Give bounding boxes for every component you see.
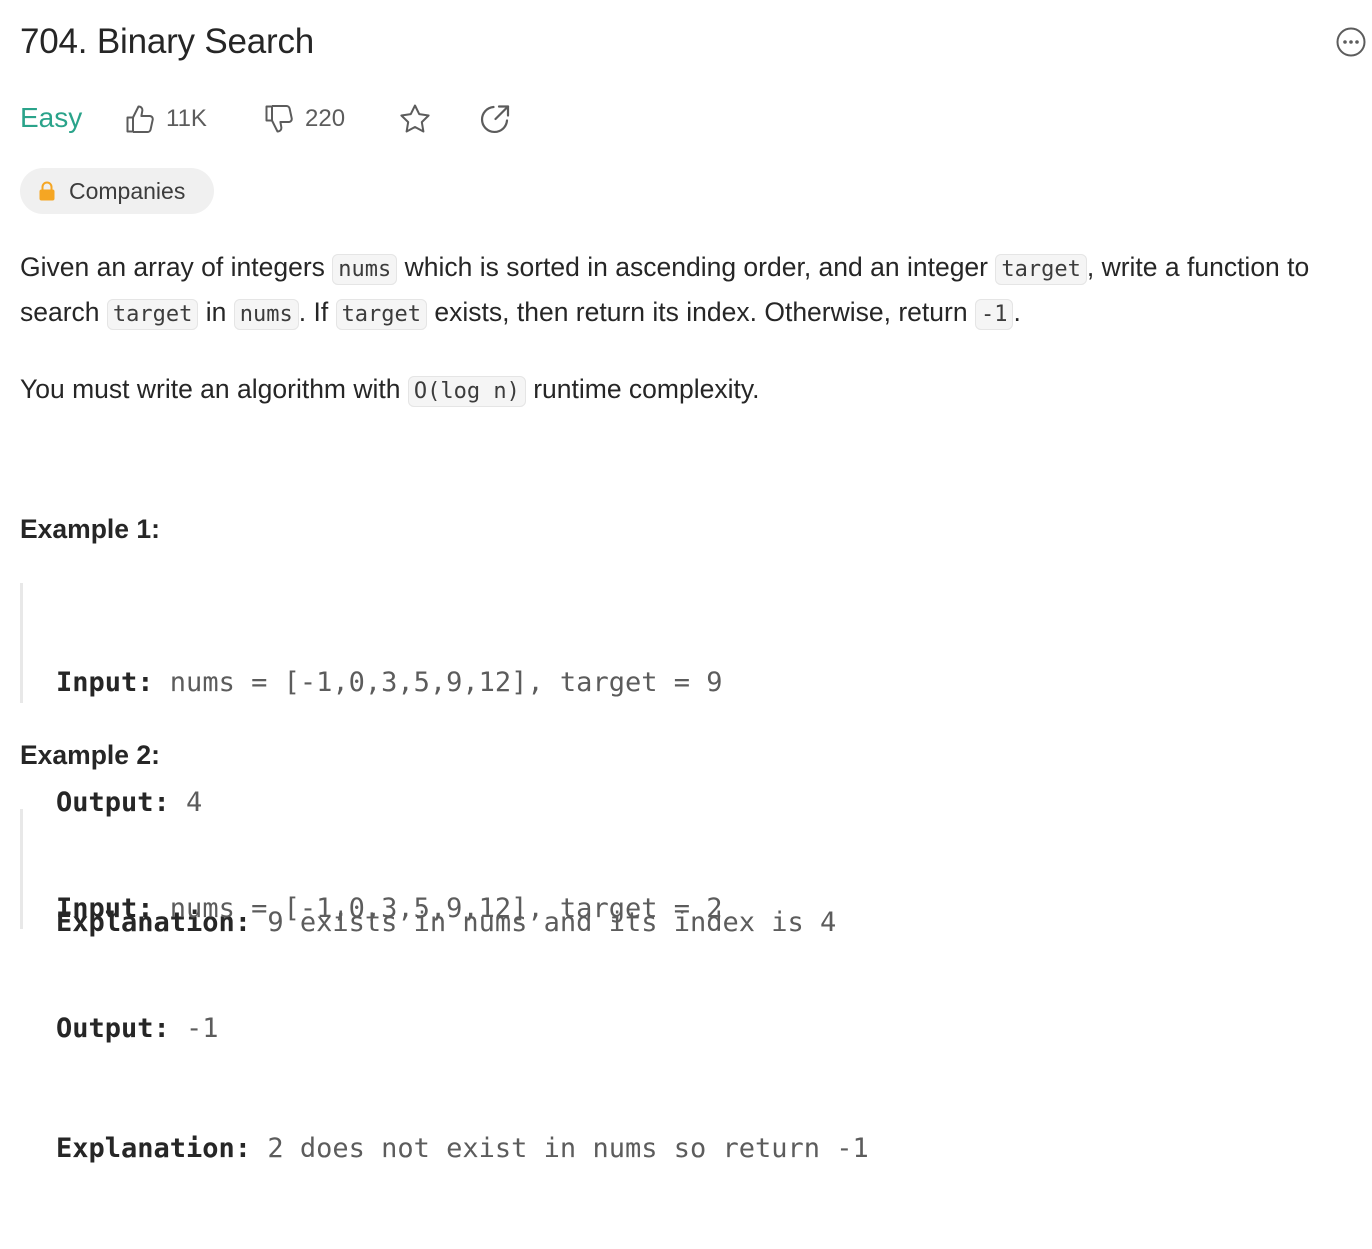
example-block: Input: nums = [-1,0,3,5,9,12], target = … — [20, 809, 1020, 1164]
companies-tag[interactable]: Companies — [20, 168, 214, 214]
example-explanation-line: Explanation: 2 does not exist in nums so… — [56, 1129, 1020, 1169]
star-icon — [400, 104, 430, 133]
share-icon — [481, 105, 510, 133]
inline-code: -1 — [974, 299, 1014, 330]
inline-code: nums — [233, 299, 299, 330]
example-key: Input: — [56, 893, 154, 924]
title-row: 704. Binary Search — [20, 20, 1366, 64]
example-input-line: Input: nums = [-1,0,3,5,9,12], target = … — [56, 889, 1020, 929]
more-options-button[interactable] — [1335, 26, 1367, 58]
thumbs-up-icon — [126, 105, 154, 133]
difficulty-badge: Easy — [20, 102, 83, 133]
inline-code: target — [106, 299, 199, 330]
inline-code: target — [995, 254, 1087, 285]
more-options-icon — [1336, 27, 1366, 57]
like-count: 11K — [166, 105, 207, 132]
example-key: Output: — [56, 1013, 170, 1044]
desc-text: exists, then return its index. Otherwise… — [427, 297, 975, 327]
favorite-button[interactable] — [398, 98, 432, 140]
desc-text: . If — [298, 297, 336, 327]
example-value: 2 does not exist in nums so return -1 — [251, 1133, 869, 1164]
example-heading: Example 1: — [20, 514, 160, 544]
desc-text: runtime complexity. — [525, 374, 760, 404]
example-key: Input: — [56, 667, 154, 698]
inline-code: target — [335, 299, 428, 330]
example-value: -1 — [169, 1013, 219, 1044]
like-button[interactable]: 11K — [124, 98, 207, 140]
desc-text: You must write an algorithm with — [20, 374, 408, 404]
desc-text: . — [1013, 297, 1021, 327]
description-paragraph: Given an array of integers nums which is… — [20, 246, 1340, 336]
example-input-line: Input: nums = [-1,0,3,5,9,12], target = … — [56, 663, 1020, 703]
desc-text: which is sorted in ascending order, and … — [397, 252, 996, 282]
inline-code: O(log n) — [407, 376, 526, 407]
desc-text: in — [198, 297, 234, 327]
dislike-count: 220 — [305, 105, 346, 132]
companies-label: Companies — [69, 177, 186, 204]
lock-icon — [39, 181, 55, 201]
example-value: nums = [-1,0,3,5,9,12], target = 9 — [153, 667, 723, 698]
problem-title[interactable]: 704. Binary Search — [20, 22, 314, 62]
example-output-line: Output: -1 — [56, 1009, 1020, 1049]
example-heading: Example 2: — [20, 740, 160, 770]
example-value: nums = [-1,0,3,5,9,12], target = 2 — [153, 893, 723, 924]
description-paragraph: You must write an algorithm with O(log n… — [20, 368, 1340, 413]
thumbs-down-icon — [265, 105, 293, 133]
problem-description: Given an array of integers nums which is… — [20, 246, 1340, 445]
example-key: Explanation: — [56, 1133, 252, 1164]
share-button[interactable] — [478, 98, 512, 140]
desc-text: Given an array of integers — [20, 252, 333, 282]
inline-code: nums — [332, 254, 398, 285]
problem-meta-row: Easy 11K 220 — [20, 98, 620, 140]
dislike-button[interactable]: 220 — [263, 98, 345, 140]
example-block: Input: nums = [-1,0,3,5,9,12], target = … — [20, 583, 1020, 938]
